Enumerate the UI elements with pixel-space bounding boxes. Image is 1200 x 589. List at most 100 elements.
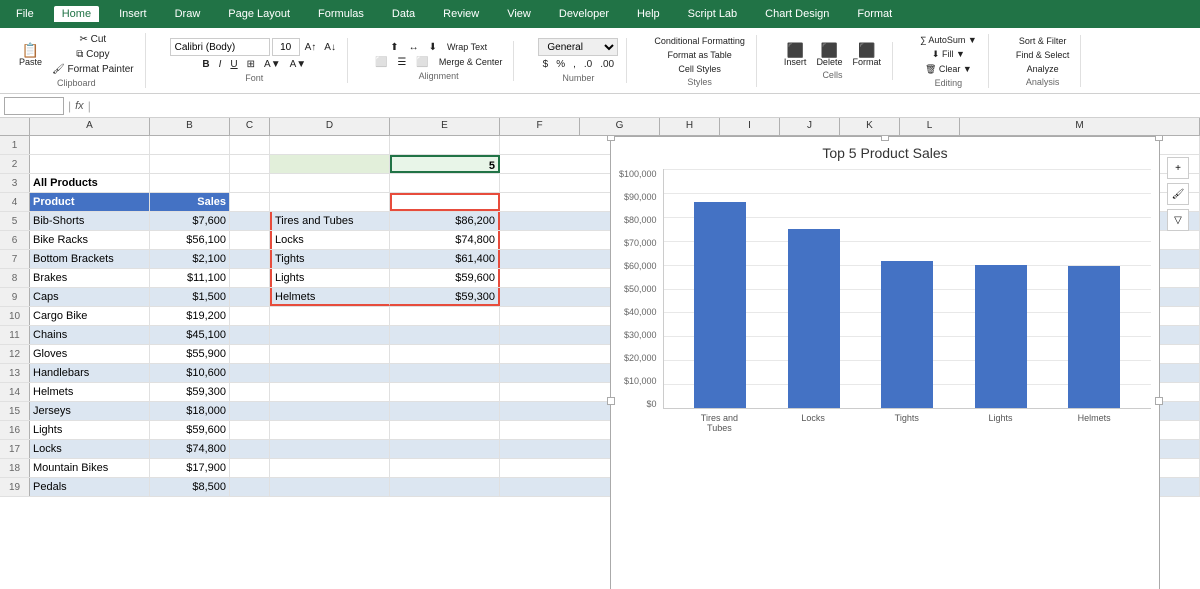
cell-a10[interactable]: Cargo Bike	[30, 307, 150, 325]
chart-styles-button[interactable]: 🖌	[1167, 183, 1189, 205]
paste-button[interactable]: 📋 Paste	[16, 42, 45, 68]
formula-input[interactable]	[95, 99, 1196, 113]
comma-button[interactable]: ,	[570, 58, 579, 71]
align-middle-button[interactable]: ↔	[406, 41, 422, 54]
ribbon-tab-format[interactable]: Format	[849, 6, 900, 22]
cell-e6[interactable]: $74,800	[390, 231, 500, 249]
cell-c16[interactable]	[230, 421, 270, 439]
increase-decimal-button[interactable]: .0	[581, 58, 595, 71]
col-header-h[interactable]: H	[660, 118, 720, 135]
cell-b19[interactable]: $8,500	[150, 478, 230, 496]
cell-d13[interactable]	[270, 364, 390, 382]
ribbon-tab-chartdesign[interactable]: Chart Design	[757, 6, 837, 22]
cell-e15[interactable]	[390, 402, 500, 420]
cell-e7[interactable]: $61,400	[390, 250, 500, 268]
cell-e9[interactable]: $59,300	[390, 288, 500, 306]
cell-e19[interactable]	[390, 478, 500, 496]
cell-b7[interactable]: $2,100	[150, 250, 230, 268]
cell-e12[interactable]	[390, 345, 500, 363]
cell-e17[interactable]	[390, 440, 500, 458]
conditional-formatting-button[interactable]: Conditional Formatting	[651, 35, 748, 47]
cell-d15[interactable]	[270, 402, 390, 420]
cell-b17[interactable]: $74,800	[150, 440, 230, 458]
cell-b10[interactable]: $19,200	[150, 307, 230, 325]
col-header-g[interactable]: G	[580, 118, 660, 135]
fill-color-button[interactable]: A▼	[261, 58, 284, 71]
col-header-l[interactable]: L	[900, 118, 960, 135]
cell-b11[interactable]: $45,100	[150, 326, 230, 344]
cell-b15[interactable]: $18,000	[150, 402, 230, 420]
cell-a2[interactable]	[30, 155, 150, 173]
cell-c12[interactable]	[230, 345, 270, 363]
delete-button[interactable]: ⬛ Delete	[813, 42, 845, 68]
ribbon-tab-home[interactable]: Home	[54, 6, 99, 22]
cell-c7[interactable]	[230, 250, 270, 268]
cell-b6[interactable]: $56,100	[150, 231, 230, 249]
cell-c17[interactable]	[230, 440, 270, 458]
cell-b5[interactable]: $7,600	[150, 212, 230, 230]
align-bottom-button[interactable]: ⬇	[426, 41, 440, 54]
cell-d11[interactable]	[270, 326, 390, 344]
col-header-e[interactable]: E	[390, 118, 500, 135]
cell-e2[interactable]: 5	[390, 155, 500, 173]
format-painter-button[interactable]: 🖌 Format Painter	[49, 63, 137, 76]
cell-a19[interactable]: Pedals	[30, 478, 150, 496]
cell-a11[interactable]: Chains	[30, 326, 150, 344]
font-size-input[interactable]	[272, 38, 300, 56]
italic-button[interactable]: I	[216, 58, 225, 71]
cell-d14[interactable]	[270, 383, 390, 401]
cell-b2[interactable]	[150, 155, 230, 173]
cell-e11[interactable]	[390, 326, 500, 344]
cell-a3[interactable]: All Products	[30, 174, 150, 192]
increase-font-button[interactable]: A↑	[302, 41, 320, 54]
cell-c1[interactable]	[230, 136, 270, 154]
cell-e13[interactable]	[390, 364, 500, 382]
cell-a16[interactable]: Lights	[30, 421, 150, 439]
cell-d18[interactable]	[270, 459, 390, 477]
ribbon-tab-insert[interactable]: Insert	[111, 6, 155, 22]
cell-d6[interactable]: Locks	[270, 231, 390, 249]
wrap-text-button[interactable]: Wrap Text	[444, 41, 490, 53]
cell-c14[interactable]	[230, 383, 270, 401]
cell-d7[interactable]: Tights	[270, 250, 390, 268]
cell-d19[interactable]	[270, 478, 390, 496]
fill-button[interactable]: ⬇ Fill ▼	[929, 48, 968, 61]
cell-c10[interactable]	[230, 307, 270, 325]
cell-a12[interactable]: Gloves	[30, 345, 150, 363]
cell-a4[interactable]: Product	[30, 193, 150, 211]
align-center-button[interactable]: ☰	[394, 56, 409, 69]
currency-button[interactable]: $	[540, 58, 552, 71]
col-header-f[interactable]: F	[500, 118, 580, 135]
cell-a17[interactable]: Locks	[30, 440, 150, 458]
ribbon-tab-page-layout[interactable]: Page Layout	[220, 6, 298, 22]
cell-a1[interactable]	[30, 136, 150, 154]
resize-handle-right[interactable]	[1155, 397, 1163, 405]
col-header-i[interactable]: I	[720, 118, 780, 135]
name-box[interactable]: Chart 1	[4, 97, 64, 115]
cell-a9[interactable]: Caps	[30, 288, 150, 306]
col-header-j[interactable]: J	[780, 118, 840, 135]
cell-e1[interactable]	[390, 136, 500, 154]
ribbon-tab-draw[interactable]: Draw	[167, 6, 209, 22]
align-left-button[interactable]: ⬜	[372, 56, 390, 69]
cell-c11[interactable]	[230, 326, 270, 344]
chart-container[interactable]: Top 5 Product Sales $100,000 $90,000 $80…	[610, 136, 1160, 589]
cell-b8[interactable]: $11,100	[150, 269, 230, 287]
cell-d17[interactable]	[270, 440, 390, 458]
col-header-b[interactable]: B	[150, 118, 230, 135]
cell-e5[interactable]: $86,200	[390, 212, 500, 230]
percent-button[interactable]: %	[553, 58, 568, 71]
ribbon-tab-view[interactable]: View	[499, 6, 539, 22]
cell-e14[interactable]	[390, 383, 500, 401]
cell-c5[interactable]	[230, 212, 270, 230]
cell-a6[interactable]: Bike Racks	[30, 231, 150, 249]
ribbon-tab-review[interactable]: Review	[435, 6, 487, 22]
cell-c6[interactable]	[230, 231, 270, 249]
find-select-button[interactable]: Find & Select	[1013, 49, 1073, 61]
col-header-m[interactable]: M	[960, 118, 1200, 135]
cell-d3[interactable]	[270, 174, 390, 192]
border-button[interactable]: ⊞	[244, 58, 258, 71]
cell-b4[interactable]: Sales	[150, 193, 230, 211]
cell-a7[interactable]: Bottom Brackets	[30, 250, 150, 268]
cell-c4[interactable]	[230, 193, 270, 211]
